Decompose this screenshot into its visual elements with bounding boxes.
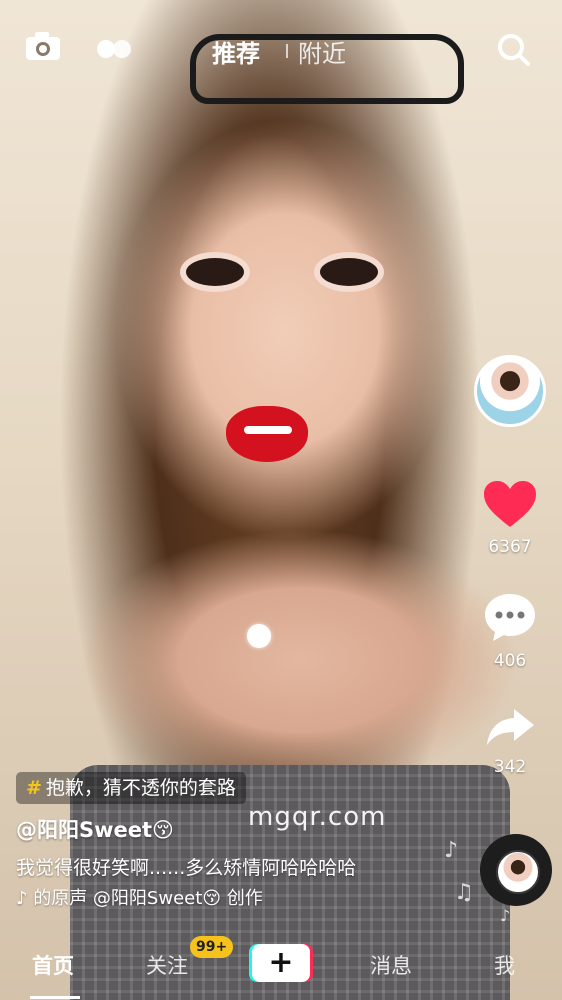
watermark: mgqr.com: [248, 802, 387, 832]
necklace-pendant-decoration: [247, 624, 271, 648]
tab-nearby[interactable]: 附近: [298, 34, 346, 69]
hashtag-chip[interactable]: # 抱歉，猜不透你的套路: [16, 772, 246, 804]
share-arrow-icon: [487, 709, 534, 745]
action-rail: 6367 406 342: [472, 355, 548, 777]
heart-icon: [484, 481, 536, 527]
like-button[interactable]: 6367: [472, 479, 548, 557]
share-count: 342: [493, 757, 527, 777]
music-marquee[interactable]: ♪ 的原声 @阳阳Sweet😚 创作: [16, 884, 316, 910]
hashtag-text: 抱歉，猜不透你的套路: [45, 777, 236, 799]
two-dots-icon[interactable]: [96, 38, 132, 64]
following-badge: 99+: [190, 936, 234, 958]
music-note-icon: ♪: [500, 906, 511, 925]
hashtag-icon: #: [26, 777, 42, 799]
nav-following[interactable]: 关注: [146, 950, 188, 980]
teeth-decoration: [244, 426, 292, 434]
tab-recommended[interactable]: 推荐: [212, 34, 260, 69]
plus-icon: +: [252, 944, 310, 982]
tab-divider: [286, 44, 288, 58]
video-caption: 我觉得很好笑啊......多么矫情阿哈哈哈哈: [16, 857, 357, 879]
creator-avatar[interactable]: [474, 355, 546, 427]
right-eye-decoration: [320, 258, 378, 286]
left-eye-decoration: [186, 258, 244, 286]
creator-username[interactable]: @阳阳Sweet😚: [16, 814, 174, 844]
music-note-icon: ♪: [444, 838, 459, 863]
top-bar: 推荐 附近: [0, 0, 562, 100]
share-button[interactable]: 342: [472, 705, 548, 777]
comment-bubble-icon: [485, 594, 535, 641]
nav-messages[interactable]: 消息: [370, 950, 412, 980]
like-count: 6367: [488, 537, 532, 557]
music-note-icon: ♫: [454, 880, 474, 905]
music-disc-cover: [496, 850, 540, 894]
nav-me[interactable]: 我: [494, 950, 515, 980]
search-icon[interactable]: [496, 32, 532, 72]
comment-count: 406: [493, 651, 527, 671]
nav-home-underline: [30, 996, 80, 999]
video-feed-screen[interactable]: 推荐 附近 6367 406 342 ♪ ♫ ♪ mgqr.com # 抱歉，猜…: [0, 0, 562, 1000]
create-button[interactable]: +: [249, 944, 313, 982]
nav-home[interactable]: 首页: [32, 950, 74, 980]
camera-icon[interactable]: [24, 30, 62, 66]
comment-button[interactable]: 406: [472, 591, 548, 671]
lips-decoration: [226, 406, 308, 462]
